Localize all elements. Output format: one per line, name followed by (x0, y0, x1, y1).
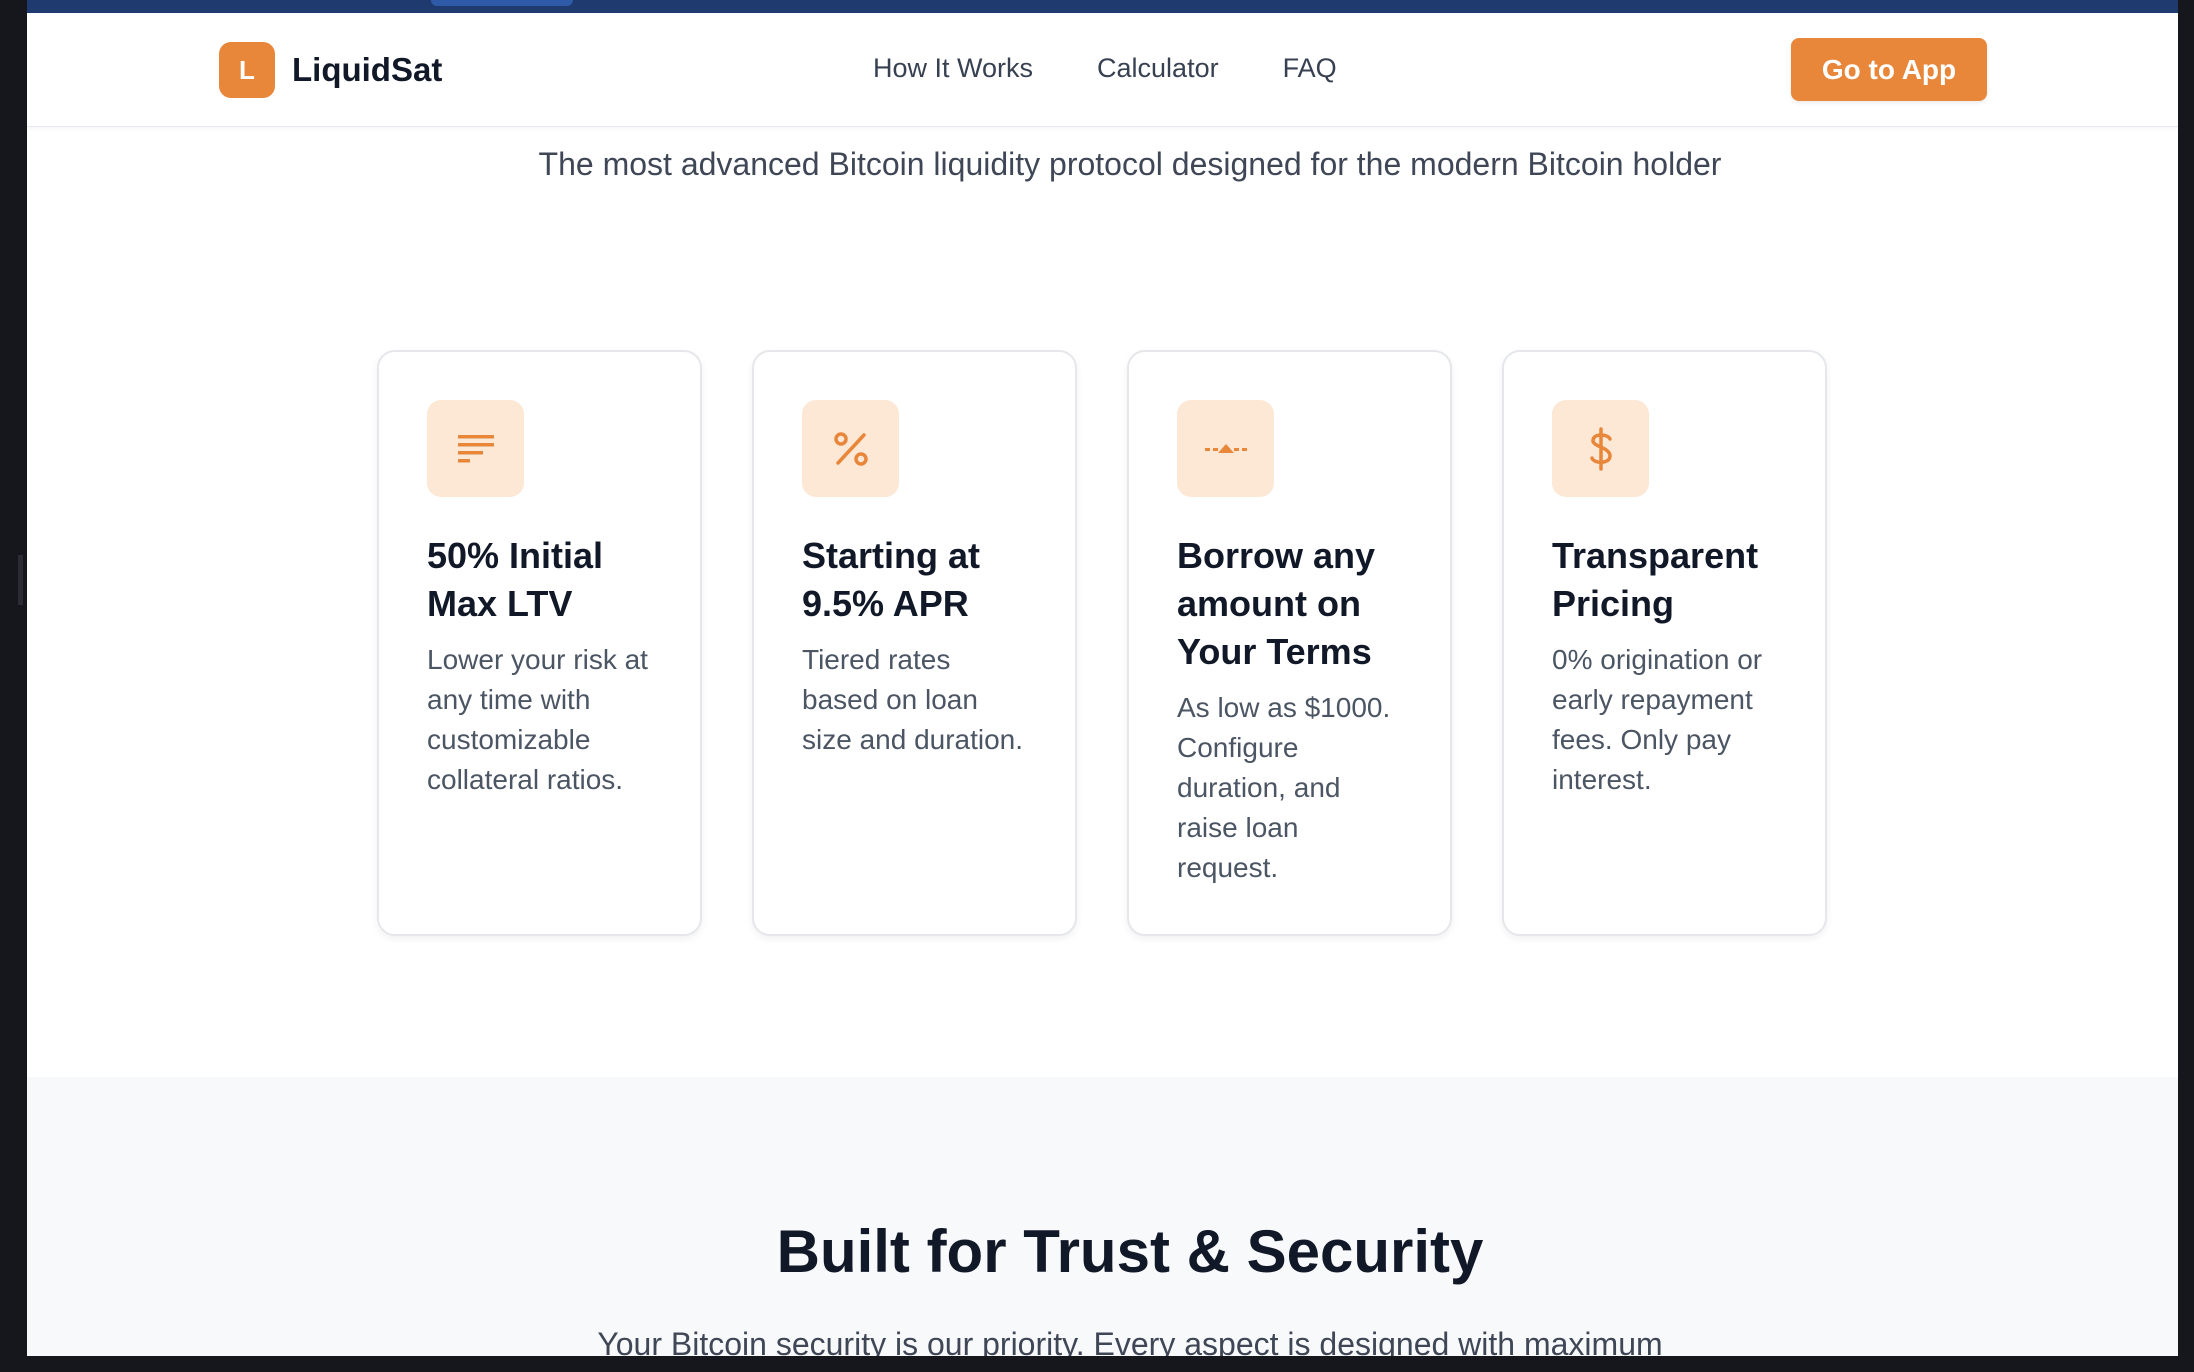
section-heading: Built for Trust & Security (776, 1218, 1484, 1285)
feature-cards: 50% Initial Max LTV Lower your risk at a… (377, 350, 1827, 936)
feature-card-apr: Starting at 9.5% APR Tiered rates based … (752, 350, 1077, 936)
nav-link-faq[interactable]: FAQ (1283, 53, 1337, 84)
logo-badge: L (219, 42, 275, 98)
banner-tab (431, 0, 573, 6)
nav-links: How It Works Calculator FAQ (873, 53, 1401, 84)
feature-card-borrow: Borrow any amount on Your Terms As low a… (1127, 350, 1452, 936)
dollar-icon (1552, 400, 1649, 497)
arrow-up-icon (1177, 400, 1274, 497)
feature-description: 0% origination or early repayment fees. … (1552, 644, 1763, 795)
trust-security-section: Built for Trust & Security Your Bitcoin … (27, 1077, 2178, 1356)
percent-icon (802, 400, 899, 497)
bars-icon (427, 400, 524, 497)
hero-subtitle: The most advanced Bitcoin liquidity prot… (538, 146, 1722, 182)
feature-card-pricing: Transparent Pricing 0% origination or ea… (1502, 350, 1827, 936)
feature-title: 50% Initial Max LTV (427, 535, 604, 624)
browser-viewport: L LiquidSat How It Works Calculator FAQ … (27, 0, 2178, 1356)
brand-name: LiquidSat (292, 51, 443, 88)
feature-title: Borrow any amount on Your Terms (1177, 535, 1376, 672)
window-resize-handle[interactable] (18, 555, 23, 605)
feature-description: Lower your risk at any time with customi… (427, 644, 648, 795)
feature-card-ltv: 50% Initial Max LTV Lower your risk at a… (377, 350, 702, 936)
section-text: Your Bitcoin security is our priority. E… (597, 1326, 1663, 1356)
go-to-app-button[interactable]: Go to App (1791, 38, 1987, 101)
site-navbar: L LiquidSat How It Works Calculator FAQ … (27, 13, 2178, 127)
top-banner (27, 0, 2178, 13)
nav-link-calculator[interactable]: Calculator (1097, 53, 1219, 84)
brand-logo-link[interactable]: L LiquidSat (219, 42, 442, 98)
feature-title: Transparent Pricing (1552, 535, 1759, 624)
nav-link-how-it-works[interactable]: How It Works (873, 53, 1033, 84)
feature-title: Starting at 9.5% APR (802, 535, 981, 624)
feature-description: As low as $1000. Configure duration, and… (1177, 692, 1391, 883)
feature-description: Tiered rates based on loan size and dura… (802, 644, 1024, 755)
